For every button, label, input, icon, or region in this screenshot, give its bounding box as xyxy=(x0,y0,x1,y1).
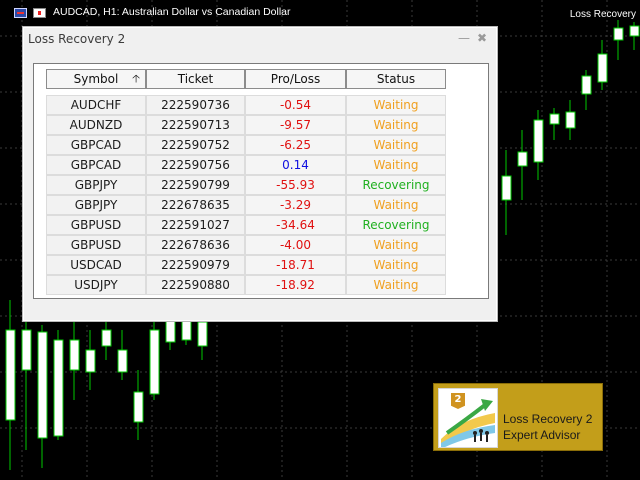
candle-body xyxy=(21,329,32,371)
cell-symbol: USDJPY xyxy=(46,275,146,295)
column-header-label: Status xyxy=(376,72,416,86)
cell-symbol: GBPUSD xyxy=(46,235,146,255)
canada-flag-icon xyxy=(33,8,46,18)
table-header: Symbol 🡡 Ticket Pro/Loss Status xyxy=(46,69,446,89)
cell-status: Waiting xyxy=(346,135,446,155)
chart-symbol-title: AUDCAD, H1: Australian Dollar vs Canadia… xyxy=(53,6,291,18)
logo-image: 2 xyxy=(438,388,498,448)
candle-body xyxy=(5,329,16,421)
column-header-symbol[interactable]: Symbol 🡡 xyxy=(46,69,146,89)
dialog-title-bar[interactable]: Loss Recovery 2 — ✖ xyxy=(23,27,497,51)
cell-pro-loss: -55.93 xyxy=(245,175,346,195)
cell-status: Waiting xyxy=(346,115,446,135)
column-header-ticket[interactable]: Ticket xyxy=(146,69,245,89)
cell-symbol: USDCAD xyxy=(46,255,146,275)
column-header-label: Pro/Loss xyxy=(270,72,321,86)
cell-ticket: 222590880 xyxy=(146,275,245,295)
table-row[interactable]: GBPUSD 222678636 -4.00 Waiting xyxy=(46,235,446,255)
cell-status: Waiting xyxy=(346,235,446,255)
cell-pro-loss: -3.29 xyxy=(245,195,346,215)
logo-text: Loss Recovery 2 Expert Advisor xyxy=(503,411,592,443)
cell-status: Waiting xyxy=(346,95,446,115)
candle-body xyxy=(549,113,560,125)
dialog-title: Loss Recovery 2 xyxy=(28,32,126,46)
candle-body xyxy=(533,119,544,163)
cell-status: Waiting xyxy=(346,155,446,175)
table-row[interactable]: GBPJPY 222590799 -55.93 Recovering xyxy=(46,175,446,195)
cell-symbol: GBPCAD xyxy=(46,135,146,155)
candle-body xyxy=(629,25,640,37)
cell-symbol: AUDCHF xyxy=(46,95,146,115)
column-header-label: Symbol xyxy=(73,72,119,86)
cell-ticket: 222590756 xyxy=(146,155,245,175)
cell-pro-loss: 0.14 xyxy=(245,155,346,175)
cell-pro-loss: -18.71 xyxy=(245,255,346,275)
cell-pro-loss: -6.25 xyxy=(245,135,346,155)
cell-pro-loss: -34.64 xyxy=(245,215,346,235)
table-row[interactable]: GBPCAD 222590752 -6.25 Waiting xyxy=(46,135,446,155)
candle-body xyxy=(101,329,112,347)
positions-table-panel: Symbol 🡡 Ticket Pro/Loss Status AUDCHF 22… xyxy=(33,63,489,299)
cell-ticket: 222591027 xyxy=(146,215,245,235)
candle-body xyxy=(149,329,160,395)
column-header-label: Ticket xyxy=(177,72,214,86)
candle-body xyxy=(85,349,96,373)
table-row[interactable]: GBPJPY 222678635 -3.29 Waiting xyxy=(46,195,446,215)
cell-pro-loss: -9.57 xyxy=(245,115,346,135)
cell-status: Waiting xyxy=(346,275,446,295)
cell-ticket: 222590799 xyxy=(146,175,245,195)
candle-body xyxy=(69,339,80,371)
table-row[interactable]: AUDCHF 222590736 -0.54 Waiting xyxy=(46,95,446,115)
australia-flag-icon xyxy=(14,8,27,18)
candle-body xyxy=(613,27,624,41)
cell-pro-loss: -18.92 xyxy=(245,275,346,295)
column-header-status[interactable]: Status xyxy=(346,69,446,89)
candle-body xyxy=(53,339,64,437)
sort-arrow-up-icon: 🡡 xyxy=(132,72,140,85)
candle-body xyxy=(197,321,208,347)
cell-ticket: 222678635 xyxy=(146,195,245,215)
chart-header: AUDCAD, H1: Australian Dollar vs Canadia… xyxy=(0,0,640,22)
candle-body xyxy=(117,349,128,373)
cell-status: Waiting xyxy=(346,255,446,275)
candle-body xyxy=(133,391,144,423)
cell-status: Recovering xyxy=(346,215,446,235)
growth-chart-icon xyxy=(441,399,495,447)
cell-ticket: 222590713 xyxy=(146,115,245,135)
minimize-icon[interactable]: — xyxy=(457,30,471,46)
close-icon[interactable]: ✖ xyxy=(475,30,489,46)
table-row[interactable]: AUDNZD 222590713 -9.57 Waiting xyxy=(46,115,446,135)
candle-body xyxy=(37,331,48,439)
candle-body xyxy=(581,75,592,95)
cell-ticket: 222590752 xyxy=(146,135,245,155)
product-logo-banner: 2 Loss Recovery 2 Expert Advisor xyxy=(433,383,603,451)
column-header-pro-loss[interactable]: Pro/Loss xyxy=(245,69,346,89)
table-row[interactable]: GBPUSD 222591027 -34.64 Recovering xyxy=(46,215,446,235)
cell-status: Recovering xyxy=(346,175,446,195)
candle-body xyxy=(597,53,608,83)
cell-ticket: 222678636 xyxy=(146,235,245,255)
logo-badge: 2 xyxy=(451,393,465,409)
cell-pro-loss: -4.00 xyxy=(245,235,346,255)
candle-body xyxy=(565,111,576,129)
candle-body xyxy=(501,175,512,201)
table-row[interactable]: USDJPY 222590880 -18.92 Waiting xyxy=(46,275,446,295)
loss-recovery-dialog[interactable]: Loss Recovery 2 — ✖ Symbol 🡡 Ticket Pro/… xyxy=(22,26,498,322)
cell-symbol: GBPCAD xyxy=(46,155,146,175)
expert-advisor-label: Loss Recovery xyxy=(569,9,636,20)
logo-line-2: Expert Advisor xyxy=(503,428,581,442)
cell-ticket: 222590979 xyxy=(146,255,245,275)
cell-ticket: 222590736 xyxy=(146,95,245,115)
cell-symbol: GBPJPY xyxy=(46,175,146,195)
cell-symbol: GBPJPY xyxy=(46,195,146,215)
candle-body xyxy=(517,151,528,167)
cell-pro-loss: -0.54 xyxy=(245,95,346,115)
table-row[interactable]: USDCAD 222590979 -18.71 Waiting xyxy=(46,255,446,275)
cell-status: Waiting xyxy=(346,195,446,215)
cell-symbol: AUDNZD xyxy=(46,115,146,135)
logo-line-1: Loss Recovery 2 xyxy=(503,412,593,426)
table-row[interactable]: GBPCAD 222590756 0.14 Waiting xyxy=(46,155,446,175)
cell-symbol: GBPUSD xyxy=(46,215,146,235)
